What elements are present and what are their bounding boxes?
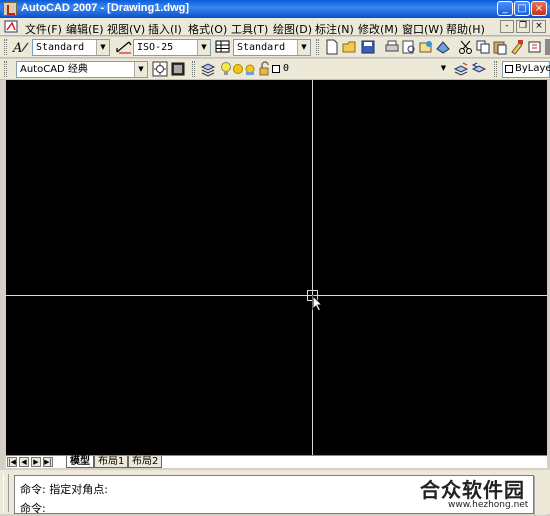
doc-minimize-button[interactable]: - bbox=[500, 20, 514, 33]
toolbar-grip[interactable] bbox=[316, 39, 319, 55]
styles-toolbar: A Standard ▼ ISO-25 ▼ Standard ▼ bbox=[0, 37, 550, 58]
first-tab-button[interactable]: |◀ bbox=[7, 457, 17, 467]
menu-window[interactable]: 窗口(W) bbox=[402, 21, 443, 37]
layer-value: 0 bbox=[283, 63, 290, 74]
save-icon[interactable] bbox=[360, 39, 376, 55]
watermark: 合众软件园 www.hezhong.net bbox=[420, 474, 548, 514]
mouse-pointer-icon bbox=[312, 295, 324, 312]
color-swatch bbox=[505, 65, 513, 73]
command-history-line: 命令: 指定对角点: bbox=[20, 483, 108, 496]
print-icon[interactable] bbox=[384, 39, 400, 55]
table-style-icon[interactable] bbox=[215, 39, 231, 55]
layer-select[interactable]: 0 ▼ bbox=[280, 61, 450, 78]
svg-text:A: A bbox=[12, 41, 22, 55]
cut-icon[interactable] bbox=[458, 39, 474, 55]
autocad-app-icon[interactable] bbox=[3, 2, 17, 16]
watermark-title: 合众软件园 bbox=[420, 478, 525, 502]
workspace-toolbar: AutoCAD 经典 ▼ 0 ▼ ByLayer bbox=[0, 59, 550, 80]
layer-color-swatch[interactable] bbox=[272, 65, 280, 73]
dimension-style-icon[interactable] bbox=[115, 39, 133, 55]
3d-dwf-icon[interactable] bbox=[435, 39, 451, 55]
tab-layout2[interactable]: 布局2 bbox=[128, 456, 163, 468]
menu-dimension[interactable]: 标注(N) bbox=[315, 21, 354, 37]
freeze-sun-icon[interactable] bbox=[232, 61, 244, 77]
plot-preview-icon[interactable] bbox=[401, 39, 417, 55]
doc-close-button[interactable]: × bbox=[532, 20, 546, 33]
window-title: AutoCAD 2007 - [Drawing1.dwg] bbox=[21, 2, 190, 14]
drawing-area[interactable] bbox=[6, 80, 547, 455]
text-style-value: Standard bbox=[36, 42, 85, 53]
color-value: ByLayer bbox=[515, 63, 550, 74]
layer-on-lightbulb-icon[interactable] bbox=[220, 61, 232, 77]
menu-insert[interactable]: 插入(I) bbox=[148, 21, 182, 37]
maximize-button[interactable]: □ bbox=[514, 1, 530, 16]
watermark-url: www.hezhong.net bbox=[448, 500, 529, 510]
match-properties-icon[interactable] bbox=[509, 39, 525, 55]
menu-view[interactable]: 视图(V) bbox=[107, 21, 145, 37]
minimize-button[interactable]: _ bbox=[497, 1, 513, 16]
toolbar-overflow[interactable] bbox=[545, 39, 550, 55]
chevron-down-icon: ▼ bbox=[440, 64, 447, 72]
menu-help[interactable]: 帮助(H) bbox=[446, 21, 485, 37]
tab-layout1[interactable]: 布局1 bbox=[94, 456, 129, 468]
unlock-icon[interactable] bbox=[258, 61, 270, 77]
drawing-document-icon[interactable] bbox=[4, 20, 20, 34]
layout-tabs-bar: |◀ ◀ ▶ ▶| 模型 布局1 布局2 bbox=[6, 455, 547, 468]
menu-format[interactable]: 格式(O) bbox=[188, 21, 227, 37]
chevron-down-icon: ▼ bbox=[96, 40, 109, 55]
menu-bar: 文件(F) 编辑(E) 视图(V) 插入(I) 格式(O) 工具(T) 绘图(D… bbox=[0, 18, 550, 36]
command-window-grip[interactable] bbox=[3, 474, 9, 512]
dimension-style-value: ISO-25 bbox=[137, 42, 174, 53]
dimension-style-select[interactable]: ISO-25 ▼ bbox=[133, 39, 211, 56]
open-folder-icon[interactable] bbox=[342, 39, 358, 55]
menu-draw[interactable]: 绘图(D) bbox=[273, 21, 312, 37]
text-style-icon[interactable]: A bbox=[12, 39, 30, 55]
toolbar-grip[interactable] bbox=[4, 61, 7, 77]
crosshair-horizontal bbox=[6, 295, 547, 296]
chevron-down-icon: ▼ bbox=[197, 40, 210, 55]
save-workspace-icon[interactable] bbox=[170, 61, 186, 77]
title-bar: AutoCAD 2007 - [Drawing1.dwg] _ □ × bbox=[0, 0, 550, 18]
menu-modify[interactable]: 修改(M) bbox=[358, 21, 398, 37]
crosshair-vertical bbox=[312, 80, 313, 455]
text-style-select[interactable]: Standard ▼ bbox=[32, 39, 110, 56]
doc-restore-button[interactable]: ❐ bbox=[516, 20, 530, 33]
paste-icon[interactable] bbox=[492, 39, 508, 55]
layer-previous-icon[interactable] bbox=[471, 61, 487, 77]
workspace-settings-icon[interactable] bbox=[152, 61, 168, 77]
workspace-select[interactable]: AutoCAD 经典 ▼ bbox=[16, 61, 148, 78]
menu-tools[interactable]: 工具(T) bbox=[231, 21, 268, 37]
last-tab-button[interactable]: ▶| bbox=[43, 457, 53, 467]
menu-edit[interactable]: 编辑(E) bbox=[66, 21, 104, 37]
toolbar-grip[interactable] bbox=[192, 61, 195, 77]
table-style-select[interactable]: Standard ▼ bbox=[233, 39, 311, 56]
color-control-select[interactable]: ByLayer bbox=[502, 61, 550, 78]
new-file-icon[interactable] bbox=[324, 39, 340, 55]
block-editor-icon[interactable] bbox=[527, 39, 543, 55]
layer-properties-icon[interactable] bbox=[200, 61, 216, 77]
chevron-down-icon: ▼ bbox=[297, 40, 310, 55]
next-tab-button[interactable]: ▶ bbox=[31, 457, 41, 467]
copy-icon[interactable] bbox=[475, 39, 491, 55]
freeze-viewport-icon[interactable] bbox=[244, 61, 256, 77]
chevron-down-icon: ▼ bbox=[134, 62, 147, 77]
toolbar-grip[interactable] bbox=[4, 39, 7, 55]
make-object-layer-current-icon[interactable] bbox=[453, 61, 469, 77]
publish-icon[interactable] bbox=[418, 39, 434, 55]
tab-model[interactable]: 模型 bbox=[66, 456, 94, 468]
prev-tab-button[interactable]: ◀ bbox=[19, 457, 29, 467]
close-button[interactable]: × bbox=[531, 1, 547, 16]
toolbar-grip[interactable] bbox=[494, 61, 497, 77]
table-style-value: Standard bbox=[237, 42, 286, 53]
menu-file[interactable]: 文件(F) bbox=[25, 21, 62, 37]
workspace-value: AutoCAD 经典 bbox=[20, 64, 88, 75]
